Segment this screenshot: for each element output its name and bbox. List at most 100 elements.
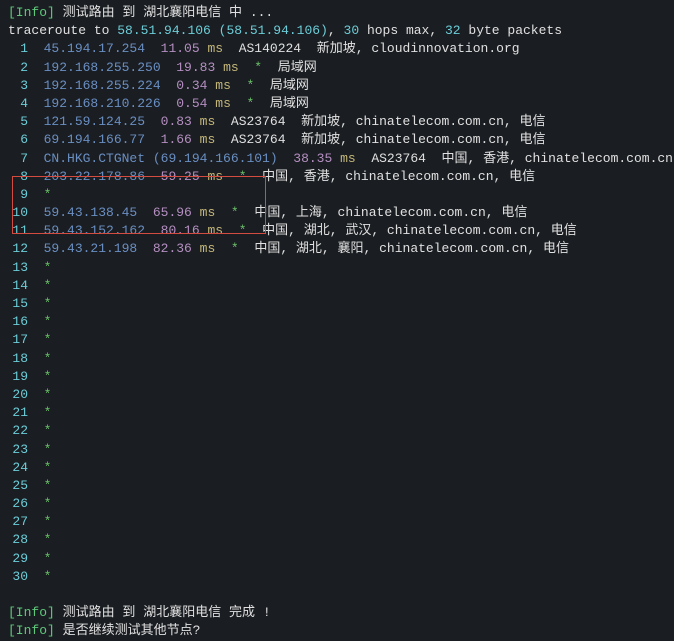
hop-time: 11.05 — [161, 41, 200, 56]
hop-time: 0.83 — [161, 114, 192, 129]
hop-location: 中国, 香港, chinatelecom.com.cn, 电信 — [262, 169, 535, 184]
hop-row: 28 * — [8, 531, 666, 549]
hop-row: 6 69.194.166.77 1.66 ms AS23764 新加坡, chi… — [8, 131, 666, 149]
hop-number: 17 — [8, 331, 28, 349]
star-icon: * — [254, 60, 262, 75]
hop-number: 4 — [8, 95, 28, 113]
star-icon: * — [44, 314, 52, 329]
hop-number: 1 — [8, 40, 28, 58]
hop-time: 38.35 — [293, 151, 332, 166]
hop-time: 82.36 — [153, 241, 192, 256]
hop-ip: 45.194.17.254 — [44, 41, 145, 56]
hop-number: 2 — [8, 59, 28, 77]
hops-max: 30 — [344, 23, 360, 38]
hop-number: 9 — [8, 186, 28, 204]
hop-number: 10 — [8, 204, 28, 222]
hop-row: 2 192.168.255.250 19.83 ms * 局域网 — [8, 59, 666, 77]
hop-number: 16 — [8, 313, 28, 331]
hop-location: 中国, 湖北, 武汉, chinatelecom.com.cn, 电信 — [262, 223, 577, 238]
hop-row: 13 * — [8, 259, 666, 277]
star-icon: * — [44, 496, 52, 511]
hop-row: 5 121.59.124.25 0.83 ms AS23764 新加坡, chi… — [8, 113, 666, 131]
hop-row: 30 * — [8, 568, 666, 586]
hop-unit: ms — [207, 169, 223, 184]
hop-row: 9 * — [8, 186, 666, 204]
star-icon: * — [239, 223, 247, 238]
hop-row: 29 * — [8, 550, 666, 568]
hop-unit: ms — [215, 78, 231, 93]
star-icon: * — [44, 387, 52, 402]
star-icon: * — [44, 405, 52, 420]
hop-row: 1 45.194.17.254 11.05 ms AS140224 新加坡, c… — [8, 40, 666, 58]
star-icon: * — [44, 351, 52, 366]
hop-row: 4 192.168.210.226 0.54 ms * 局域网 — [8, 95, 666, 113]
hop-number: 15 — [8, 295, 28, 313]
hop-row: 20 * — [8, 386, 666, 404]
hop-unit: ms — [200, 205, 216, 220]
hop-row: 15 * — [8, 295, 666, 313]
hop-location: 中国, 湖北, 襄阳, chinatelecom.com.cn, 电信 — [254, 241, 569, 256]
hop-row: 18 * — [8, 350, 666, 368]
hop-number: 11 — [8, 222, 28, 240]
target-ip: 58.51.94.106 — [117, 23, 211, 38]
hop-location: 中国, 上海, chinatelecom.com.cn, 电信 — [254, 205, 527, 220]
hop-row: 23 * — [8, 441, 666, 459]
hop-number: 7 — [8, 150, 28, 168]
hop-number: 12 — [8, 240, 28, 258]
hop-ip: 203.22.178.86 — [44, 169, 145, 184]
hop-ip-paren: (69.194.166.101) — [153, 151, 278, 166]
info-tag: [Info] — [8, 623, 55, 638]
hop-number: 22 — [8, 422, 28, 440]
hop-asn: AS23764 — [231, 132, 286, 147]
hop-number: 5 — [8, 113, 28, 131]
hop-location: 新加坡, cloudinnovation.org — [317, 41, 520, 56]
star-icon: * — [44, 460, 52, 475]
traceroute-label: traceroute to — [8, 23, 109, 38]
hop-row: 26 * — [8, 495, 666, 513]
hop-asn: AS23764 — [371, 151, 426, 166]
hop-location: 局域网 — [278, 60, 317, 75]
star-icon: * — [247, 78, 255, 93]
hop-number: 25 — [8, 477, 28, 495]
hop-number: 13 — [8, 259, 28, 277]
hop-time: 80.16 — [161, 223, 200, 238]
hop-number: 24 — [8, 459, 28, 477]
hop-location: 局域网 — [270, 96, 309, 111]
hop-ip: 69.194.166.77 — [44, 132, 145, 147]
hop-time: 0.34 — [176, 78, 207, 93]
hop-location: 中国, 香港, chinatelecom.com.cn, 电信 — [442, 151, 674, 166]
star-icon: * — [44, 369, 52, 384]
hop-name: CN.HKG.CTGNet — [44, 151, 145, 166]
hop-row: 19 * — [8, 368, 666, 386]
star-icon: * — [44, 187, 52, 202]
hop-row: 22 * — [8, 422, 666, 440]
hop-ip: 59.43.21.198 — [44, 241, 138, 256]
hop-unit: ms — [215, 96, 231, 111]
hop-location: 新加坡, chinatelecom.com.cn, 电信 — [301, 114, 545, 129]
info-line-prompt: [Info] 是否继续测试其他节点? — [8, 622, 666, 640]
hop-row: 10 59.43.138.45 65.96 ms * 中国, 上海, china… — [8, 204, 666, 222]
hop-number: 14 — [8, 277, 28, 295]
info-line-start: [Info] 测试路由 到 湖北襄阳电信 中 ... — [8, 4, 666, 22]
hop-number: 19 — [8, 368, 28, 386]
star-icon: * — [44, 442, 52, 457]
hop-row: 8 203.22.178.86 59.25 ms * 中国, 香港, china… — [8, 168, 666, 186]
hop-row: 25 * — [8, 477, 666, 495]
hop-number: 8 — [8, 168, 28, 186]
hop-number: 23 — [8, 441, 28, 459]
star-icon: * — [44, 569, 52, 584]
hop-number: 3 — [8, 77, 28, 95]
hop-ip: 59.43.152.162 — [44, 223, 145, 238]
hop-row: 11 59.43.152.162 80.16 ms * 中国, 湖北, 武汉, … — [8, 222, 666, 240]
hop-asn: AS23764 — [231, 114, 286, 129]
star-icon: * — [239, 169, 247, 184]
hop-ip: 121.59.124.25 — [44, 114, 145, 129]
hop-time: 0.54 — [176, 96, 207, 111]
hop-row: 12 59.43.21.198 82.36 ms * 中国, 湖北, 襄阳, c… — [8, 240, 666, 258]
star-icon: * — [44, 423, 52, 438]
hop-location: 新加坡, chinatelecom.com.cn, 电信 — [301, 132, 545, 147]
hops-label: hops max, — [367, 23, 437, 38]
star-icon: * — [231, 205, 239, 220]
star-icon: * — [44, 514, 52, 529]
star-icon: * — [44, 296, 52, 311]
